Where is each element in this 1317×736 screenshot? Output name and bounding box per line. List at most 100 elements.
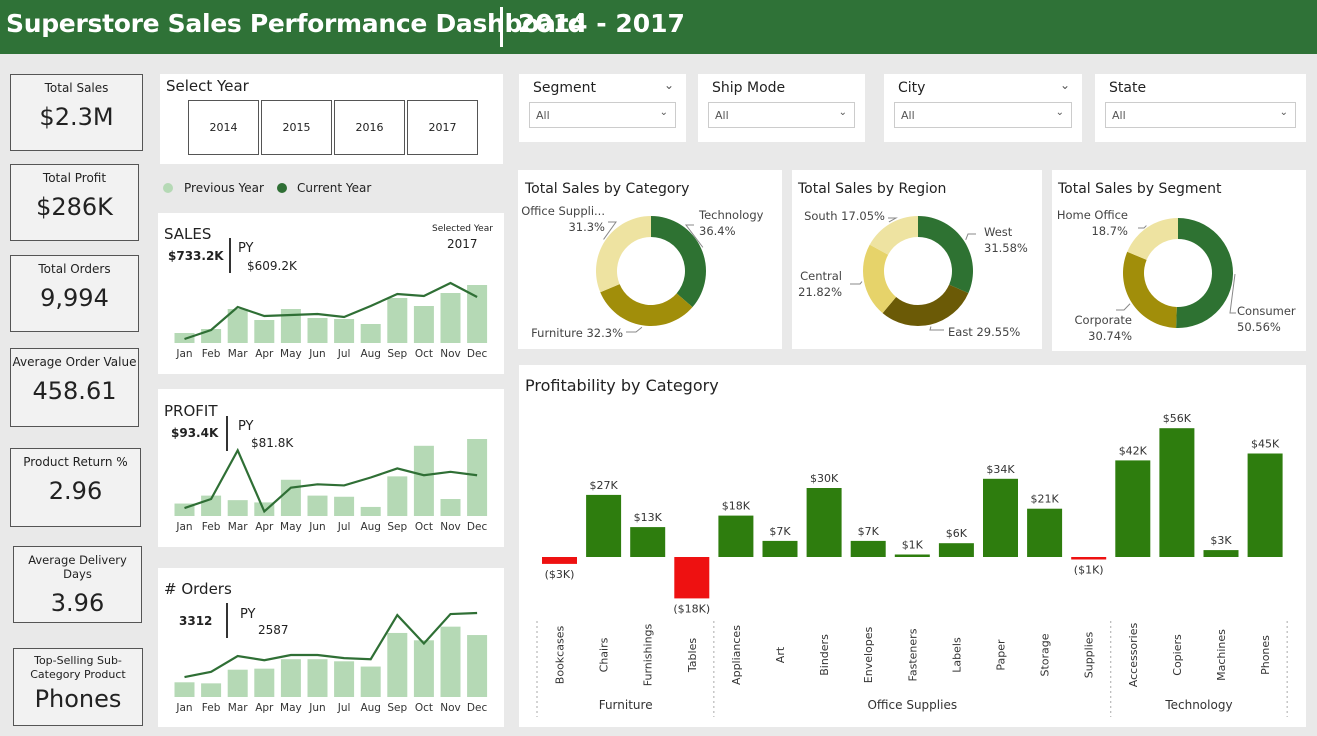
year-button-2017[interactable]: 2017 bbox=[407, 100, 478, 155]
profit-bar bbox=[850, 540, 886, 557]
month-tick-label: Apr bbox=[255, 702, 274, 714]
previous-year-bar bbox=[440, 293, 461, 343]
profit-bar bbox=[542, 557, 577, 564]
profit-bar bbox=[674, 557, 710, 599]
ship-mode-filter-label: Ship Mode bbox=[712, 80, 786, 96]
ship-mode-filter-select[interactable]: All bbox=[708, 102, 855, 128]
previous-year-bar bbox=[387, 298, 408, 343]
previous-year-bar bbox=[254, 320, 275, 343]
month-tick-label: May bbox=[280, 348, 302, 360]
donut-slice bbox=[600, 284, 693, 326]
ship-mode-filter[interactable]: Ship Mode All ⌄ bbox=[698, 74, 865, 142]
kpi-label: Total Sales bbox=[44, 81, 109, 95]
profit-bar bbox=[983, 478, 1018, 557]
chevron-down-icon[interactable]: ⌄ bbox=[1060, 78, 1070, 92]
state-filter-label: State bbox=[1109, 80, 1147, 96]
donut-data-label: Technology bbox=[698, 208, 764, 222]
sales-by-category-donut: Technology 36.4% Furniture 32.3% Office Sup… bbox=[521, 204, 764, 340]
month-tick-label: Sep bbox=[387, 348, 407, 360]
previous-year-bar bbox=[440, 499, 461, 516]
dashboard-header: Superstore Sales Performance Dashboard 2… bbox=[0, 0, 1317, 54]
kpi-value: 9,994 bbox=[40, 284, 109, 312]
month-tick-label: Mar bbox=[228, 521, 248, 533]
kpi-value: $2.3M bbox=[39, 103, 114, 131]
previous-year-bar bbox=[360, 506, 381, 516]
profit-monthly-panel: PROFIT $93.4K PY $81.8K Jan Feb Mar Apr May J… bbox=[158, 389, 504, 547]
subcategory-tick-label: Chairs bbox=[598, 637, 611, 672]
chevron-down-icon[interactable]: ⌄ bbox=[660, 107, 668, 118]
category-group-label: Technology bbox=[1164, 698, 1232, 712]
year-button-2015[interactable]: 2015 bbox=[261, 100, 332, 155]
chevron-down-icon[interactable]: ⌄ bbox=[1056, 107, 1064, 118]
month-tick-label: Jun bbox=[308, 521, 325, 533]
profit-bar-data-label: $45K bbox=[1251, 438, 1280, 451]
kpi-value: 2.96 bbox=[48, 477, 103, 505]
previous-year-bar bbox=[360, 666, 381, 697]
subcategory-tick-label: Phones bbox=[1259, 635, 1272, 675]
kpi-label: Product Return % bbox=[23, 455, 128, 469]
donut-data-label: West bbox=[984, 225, 1013, 239]
month-tick-label: Jul bbox=[337, 702, 351, 714]
month-tick-label: Oct bbox=[415, 702, 433, 714]
chevron-down-icon[interactable]: ⌄ bbox=[1280, 107, 1288, 118]
kpi-average-order-value: Average Order Value 458.61 bbox=[10, 348, 139, 427]
segment-filter[interactable]: Segment ⌄ All ⌄ bbox=[519, 74, 686, 142]
month-tick-label: Apr bbox=[255, 521, 274, 533]
profit-bar-data-label: $18K bbox=[722, 500, 751, 513]
donut-data-label: 31.3% bbox=[568, 220, 605, 234]
profit-bar bbox=[1203, 550, 1239, 557]
year-slicer: Select Year 2014 2015 2016 2017 bbox=[160, 74, 503, 164]
previous-year-dot-icon bbox=[163, 183, 173, 193]
subcategory-tick-label: Machines bbox=[1215, 629, 1228, 681]
segment-filter-select[interactable]: All bbox=[529, 102, 676, 128]
profit-bar-data-label: $42K bbox=[1119, 444, 1148, 457]
sales-by-region-donut: West 31.58% East 29.55% Central 21.82% South … bbox=[798, 209, 1028, 339]
donut-leader-line bbox=[929, 326, 944, 331]
previous-year-bar bbox=[387, 476, 408, 516]
previous-year-bar bbox=[280, 659, 301, 697]
donut-data-label: 50.56% bbox=[1237, 320, 1281, 334]
chevron-down-icon[interactable]: ⌄ bbox=[664, 78, 674, 92]
subcategory-tick-label: Storage bbox=[1039, 633, 1052, 676]
kpi-value: 3.96 bbox=[50, 589, 105, 617]
previous-year-bar bbox=[174, 682, 195, 697]
profit-bar-data-label: $6K bbox=[946, 527, 968, 540]
year-button-2016[interactable]: 2016 bbox=[334, 100, 405, 155]
month-tick-label: Jul bbox=[337, 521, 351, 533]
kpi-top-selling-subcategory: Top-Selling Sub-Category Product Phones bbox=[13, 648, 143, 726]
segment-filter-label: Segment bbox=[533, 80, 596, 96]
kpi-total-profit: Total Profit $286K bbox=[10, 164, 139, 241]
subcategory-tick-label: Fasteners bbox=[906, 628, 919, 681]
kpi-average-delivery-days: Average Delivery Days 3.96 bbox=[13, 546, 142, 623]
kpi-label: Top-Selling Sub-Category Product bbox=[30, 654, 126, 681]
city-filter-select[interactable]: All bbox=[894, 102, 1072, 128]
city-filter[interactable]: City ⌄ All ⌄ bbox=[884, 74, 1082, 142]
state-filter[interactable]: State All ⌄ bbox=[1095, 74, 1306, 142]
profit-bar-data-label: $13K bbox=[634, 511, 663, 524]
donut-leader-line bbox=[626, 326, 643, 333]
profit-combo-chart: Jan Feb Mar Apr May Jun Jul Aug Sep Oct Nov Dec bbox=[174, 439, 488, 533]
month-tick-label: Jan bbox=[175, 702, 192, 714]
profit-bar bbox=[1027, 508, 1063, 557]
kpi-total-sales: Total Sales $2.3M bbox=[10, 74, 143, 151]
kpi-total-orders: Total Orders 9,994 bbox=[10, 255, 139, 332]
previous-year-bar bbox=[227, 500, 248, 516]
donut-data-label: East 29.55% bbox=[948, 325, 1020, 339]
donut-leader-line bbox=[965, 233, 976, 241]
chevron-down-icon[interactable]: ⌄ bbox=[839, 107, 847, 118]
month-tick-label: Dec bbox=[467, 521, 488, 533]
month-tick-label: Feb bbox=[202, 702, 221, 714]
profit-bar-data-label: $3K bbox=[1210, 534, 1232, 547]
subcategory-tick-label: Appliances bbox=[730, 625, 743, 685]
previous-year-bar bbox=[413, 640, 434, 697]
city-filter-label: City bbox=[898, 80, 926, 96]
month-tick-label: Aug bbox=[360, 521, 381, 533]
state-filter-select[interactable]: All bbox=[1105, 102, 1296, 128]
year-slicer-title: Select Year bbox=[166, 77, 249, 95]
month-tick-label: Jun bbox=[308, 702, 325, 714]
year-button-2014[interactable]: 2014 bbox=[188, 100, 259, 155]
previous-year-bar bbox=[280, 479, 301, 516]
month-tick-label: May bbox=[280, 521, 302, 533]
kpi-product-return-pct: Product Return % 2.96 bbox=[10, 448, 141, 527]
donut-data-label: Home Office bbox=[1057, 208, 1128, 222]
